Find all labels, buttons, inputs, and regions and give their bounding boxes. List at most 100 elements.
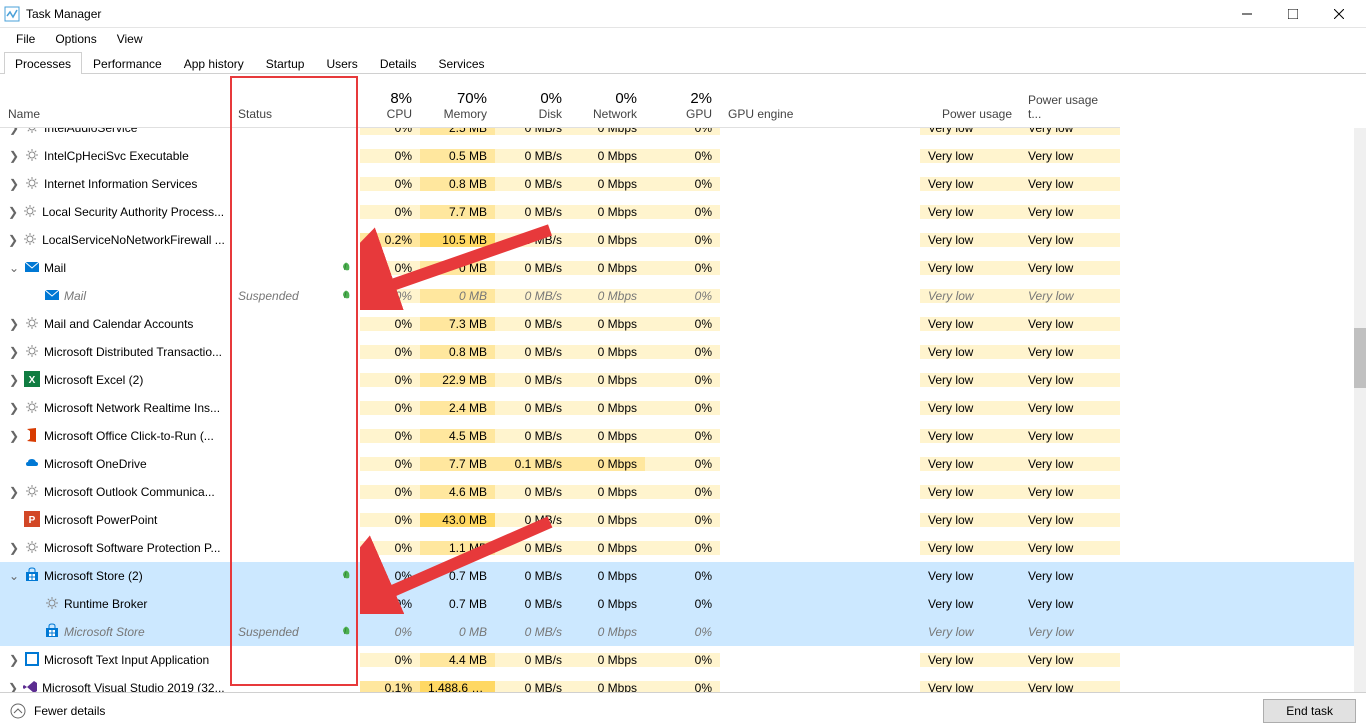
tab-startup[interactable]: Startup (255, 52, 316, 74)
tab-details[interactable]: Details (369, 52, 428, 74)
table-row[interactable]: ❯Mail and Calendar Accounts0%7.3 MB0 MB/… (0, 310, 1354, 338)
memory-cell: 43.0 MB (420, 513, 495, 527)
col-name[interactable]: Name (0, 74, 230, 128)
cpu-cell: 0.1% (360, 681, 420, 692)
table-row[interactable]: ❯IntelCpHeciSvc Executable0%0.5 MB0 MB/s… (0, 142, 1354, 170)
power-trend-cell: Very low (1020, 681, 1120, 692)
table-row[interactable]: ❯Microsoft Office Click-to-Run (...0%4.5… (0, 422, 1354, 450)
menu-options[interactable]: Options (45, 30, 106, 48)
table-row[interactable]: ❯Microsoft Distributed Transactio...0%0.… (0, 338, 1354, 366)
cpu-cell: 0% (360, 429, 420, 443)
chevron-right-icon[interactable]: ❯ (8, 233, 18, 247)
power-trend-cell: Very low (1020, 597, 1120, 611)
tab-processes[interactable]: Processes (4, 52, 82, 74)
memory-cell: 10.5 MB (420, 233, 495, 247)
col-disk[interactable]: 0%Disk (495, 74, 570, 128)
chevron-down-icon[interactable]: ⌄ (8, 261, 20, 275)
scroll-thumb[interactable] (1354, 328, 1366, 388)
table-row[interactable]: ❯Local Security Authority Process...0%7.… (0, 198, 1354, 226)
chevron-right-icon[interactable]: ❯ (8, 401, 20, 415)
tab-users[interactable]: Users (315, 52, 368, 74)
process-name: Runtime Broker (64, 597, 147, 611)
power-trend-cell: Very low (1020, 513, 1120, 527)
svg-text:P: P (29, 515, 36, 526)
power-cell: Very low (920, 569, 1020, 583)
col-status[interactable]: Status (230, 74, 360, 128)
col-cpu[interactable]: 8%CPU (360, 74, 420, 128)
table-row[interactable]: ❯Internet Information Services0%0.8 MB0 … (0, 170, 1354, 198)
table-row[interactable]: ❯Microsoft Visual Studio 2019 (32...0.1%… (0, 674, 1354, 692)
chevron-right-icon[interactable]: ❯ (8, 681, 18, 692)
power-trend-cell: Very low (1020, 177, 1120, 191)
table-row[interactable]: PMicrosoft PowerPoint0%43.0 MB0 MB/s0 Mb… (0, 506, 1354, 534)
chevron-right-icon[interactable]: ❯ (8, 177, 20, 191)
power-trend-cell: Very low (1020, 345, 1120, 359)
menu-file[interactable]: File (6, 30, 45, 48)
table-row[interactable]: ❯XMicrosoft Excel (2)0%22.9 MB0 MB/s0 Mb… (0, 366, 1354, 394)
process-name: IntelCpHeciSvc Executable (44, 149, 189, 163)
col-gpu[interactable]: 2%GPU (645, 74, 720, 128)
table-row[interactable]: ❯Microsoft Outlook Communica...0%4.6 MB0… (0, 478, 1354, 506)
process-name: Mail and Calendar Accounts (44, 317, 193, 331)
table-row[interactable]: ❯Microsoft Text Input Application0%4.4 M… (0, 646, 1354, 674)
disk-cell: 0 MB/s (495, 177, 570, 191)
col-memory[interactable]: 70%Memory (420, 74, 495, 128)
table-row[interactable]: MailSuspended0%0 MB0 MB/s0 Mbps0%Very lo… (0, 282, 1354, 310)
table-row[interactable]: ❯Microsoft Software Protection P...0%1.1… (0, 534, 1354, 562)
network-cell: 0 Mbps (570, 401, 645, 415)
chevron-right-icon[interactable]: ❯ (8, 653, 20, 667)
table-row[interactable]: ❯Microsoft Network Realtime Ins...0%2.4 … (0, 394, 1354, 422)
chevron-right-icon[interactable]: ❯ (8, 373, 20, 387)
close-button[interactable] (1316, 0, 1362, 28)
power-trend-cell: Very low (1020, 429, 1120, 443)
titlebar[interactable]: Task Manager (0, 0, 1366, 28)
maximize-button[interactable] (1270, 0, 1316, 28)
table-row[interactable]: ⌄Mail0%0 MB0 MB/s0 Mbps0%Very lowVery lo… (0, 254, 1354, 282)
memory-cell: 0 MB (420, 625, 495, 639)
chevron-right-icon[interactable]: ❯ (8, 345, 20, 359)
cpu-cell: 0% (360, 317, 420, 331)
chevron-down-icon[interactable]: ⌄ (8, 569, 20, 583)
power-cell: Very low (920, 457, 1020, 471)
table-row[interactable]: ⌄Microsoft Store (2)0%0.7 MB0 MB/s0 Mbps… (0, 562, 1354, 590)
disk-cell: 0 MB/s (495, 289, 570, 303)
process-name: Microsoft PowerPoint (44, 513, 157, 527)
disk-cell: 0 MB/s (495, 625, 570, 639)
cpu-cell: 0% (360, 513, 420, 527)
tab-services[interactable]: Services (428, 52, 496, 74)
col-network[interactable]: 0%Network (570, 74, 645, 128)
chevron-right-icon[interactable]: ❯ (8, 541, 20, 555)
fewer-details-button[interactable]: Fewer details (10, 703, 105, 719)
scrollbar[interactable] (1354, 128, 1366, 692)
cpu-cell: 0% (360, 625, 420, 639)
fewer-details-label: Fewer details (34, 704, 105, 718)
menu-view[interactable]: View (107, 30, 153, 48)
chevron-right-icon[interactable]: ❯ (8, 485, 20, 499)
table-row[interactable]: ❯LocalServiceNoNetworkFirewall ...0.2%10… (0, 226, 1354, 254)
end-task-button[interactable]: End task (1263, 699, 1356, 723)
power-cell: Very low (920, 401, 1020, 415)
table-row[interactable]: Runtime Broker0%0.7 MB0 MB/s0 Mbps0%Very… (0, 590, 1354, 618)
memory-cell: 0.7 MB (420, 569, 495, 583)
chevron-right-icon[interactable]: ❯ (8, 205, 18, 219)
col-power[interactable]: Power usage (920, 74, 1020, 128)
chevron-right-icon[interactable]: ❯ (8, 149, 20, 163)
disk-cell: 0 MB/s (495, 149, 570, 163)
col-power-trend[interactable]: Power usage t... (1020, 74, 1120, 128)
minimize-button[interactable] (1224, 0, 1270, 28)
gpu-cell: 0% (645, 317, 720, 331)
chevron-right-icon[interactable]: ❯ (8, 429, 20, 443)
table-row[interactable]: Microsoft StoreSuspended0%0 MB0 MB/s0 Mb… (0, 618, 1354, 646)
power-cell: Very low (920, 485, 1020, 499)
process-list: Name Status 8%CPU 70%Memory 0%Disk 0%Net… (0, 74, 1366, 692)
power-trend-cell: Very low (1020, 149, 1120, 163)
col-gpu-engine[interactable]: GPU engine (720, 74, 920, 128)
network-cell: 0 Mbps (570, 681, 645, 692)
power-cell: Very low (920, 177, 1020, 191)
chevron-right-icon[interactable]: ❯ (8, 317, 20, 331)
table-row[interactable]: Microsoft OneDrive0%7.7 MB0.1 MB/s0 Mbps… (0, 450, 1354, 478)
tab-performance[interactable]: Performance (82, 52, 173, 74)
gpu-cell: 0% (645, 289, 720, 303)
tab-app-history[interactable]: App history (173, 52, 255, 74)
memory-cell: 0.8 MB (420, 177, 495, 191)
